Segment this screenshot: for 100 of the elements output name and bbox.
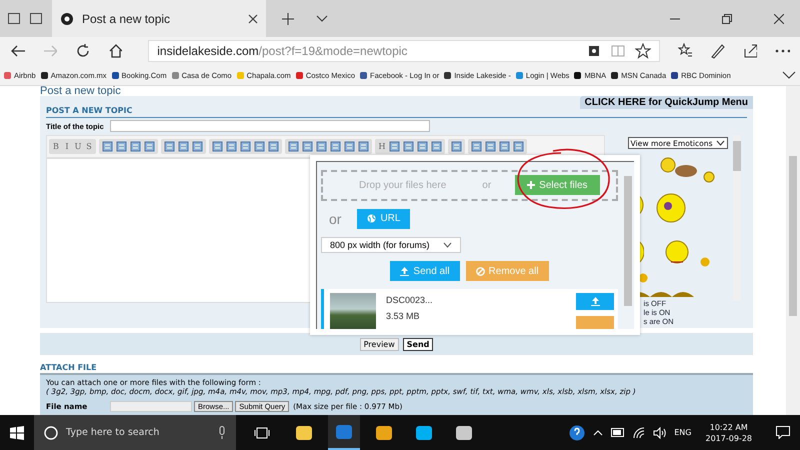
favicon-icon bbox=[112, 72, 119, 78]
file-size: 3.53 MB bbox=[386, 311, 421, 322]
format-icon[interactable] bbox=[451, 141, 462, 152]
reading-view-icon[interactable] bbox=[610, 44, 625, 58]
scrollbar[interactable] bbox=[733, 135, 741, 301]
browser-tab[interactable]: Post a new topic bbox=[52, 0, 266, 37]
format-icon[interactable] bbox=[268, 141, 279, 152]
pen-icon[interactable] bbox=[710, 43, 725, 59]
chevron-up-icon[interactable] bbox=[593, 430, 604, 436]
or-text: or bbox=[482, 180, 492, 191]
favicon-icon bbox=[516, 72, 523, 78]
or-text: or bbox=[329, 210, 342, 227]
favicon-icon bbox=[444, 72, 452, 78]
chevron-down-icon bbox=[716, 140, 725, 146]
favorites-icon[interactable] bbox=[678, 43, 692, 59]
app-icon bbox=[415, 424, 433, 442]
format-icon[interactable] bbox=[403, 141, 414, 152]
format-icon[interactable] bbox=[330, 141, 341, 152]
format-icon[interactable] bbox=[130, 141, 141, 152]
favicon-icon bbox=[296, 72, 303, 78]
address-field[interactable]: insidelakeside.com/post?f=19&mode=newtopic bbox=[148, 40, 660, 62]
format-icon[interactable] bbox=[212, 141, 223, 152]
speaker-icon[interactable] bbox=[653, 426, 666, 438]
chevron-down-icon[interactable] bbox=[782, 71, 796, 79]
format-icon[interactable] bbox=[178, 141, 189, 152]
app-icon bbox=[335, 422, 353, 440]
format-icon[interactable] bbox=[164, 141, 175, 152]
format-button[interactable]: B bbox=[52, 142, 60, 151]
microphone-icon[interactable] bbox=[218, 426, 226, 439]
favicon-icon bbox=[236, 72, 244, 78]
wifi-icon[interactable] bbox=[633, 426, 646, 438]
tab-manager-icon[interactable] bbox=[8, 13, 20, 24]
upload-icon bbox=[400, 266, 410, 276]
format-button[interactable]: U bbox=[74, 142, 82, 151]
tab-preview-icon[interactable] bbox=[30, 13, 42, 24]
drop-text: Drop your files here bbox=[359, 180, 446, 191]
ban-icon bbox=[476, 266, 485, 276]
format-icon[interactable] bbox=[499, 141, 510, 152]
file-input[interactable] bbox=[110, 401, 192, 412]
taskbar-app[interactable] bbox=[328, 415, 360, 450]
format-icon[interactable] bbox=[471, 141, 482, 152]
size-select[interactable]: 800 px width (for forums) bbox=[321, 236, 461, 254]
share-icon[interactable] bbox=[742, 43, 758, 59]
windows-logo-icon[interactable] bbox=[10, 426, 24, 440]
format-icon[interactable] bbox=[344, 141, 355, 152]
format-icon[interactable] bbox=[316, 141, 327, 152]
upload-icon bbox=[590, 297, 600, 306]
search-icon bbox=[44, 426, 58, 440]
format-icon[interactable] bbox=[240, 141, 251, 152]
new-tab-icon[interactable] bbox=[282, 12, 294, 24]
format-icon[interactable] bbox=[288, 141, 299, 152]
upload-button[interactable] bbox=[576, 293, 614, 310]
format-icon[interactable] bbox=[116, 141, 127, 152]
format-button[interactable]: I bbox=[63, 142, 71, 151]
format-icon[interactable] bbox=[485, 141, 496, 152]
refresh-icon[interactable] bbox=[75, 43, 90, 59]
format-icon[interactable] bbox=[226, 141, 237, 152]
format-icon[interactable] bbox=[254, 141, 265, 152]
clock-time[interactable]: 10:22 AM bbox=[710, 422, 748, 432]
format-icon[interactable] bbox=[144, 141, 155, 152]
format-icon[interactable] bbox=[417, 141, 428, 152]
close-icon[interactable] bbox=[774, 14, 784, 24]
format-icon[interactable] bbox=[358, 141, 369, 152]
quickjump-link[interactable]: CLICK HERE for QuickJump Menu bbox=[580, 96, 753, 109]
favicon-icon bbox=[671, 72, 678, 78]
clock-date[interactable]: 2017-09-28 bbox=[706, 432, 752, 444]
scrollbar-thumb[interactable] bbox=[789, 156, 797, 316]
format-button[interactable]: S bbox=[85, 142, 93, 151]
format-icon[interactable] bbox=[389, 141, 400, 152]
app-icon bbox=[455, 424, 473, 442]
format-icon[interactable] bbox=[513, 141, 524, 152]
battery-icon[interactable] bbox=[611, 428, 626, 437]
restore-icon[interactable] bbox=[722, 14, 732, 24]
search-field[interactable]: Type here to search bbox=[34, 415, 236, 450]
format-icon[interactable] bbox=[431, 141, 442, 152]
more-icon[interactable] bbox=[775, 49, 790, 53]
favicon-icon bbox=[611, 72, 618, 78]
language-indicator[interactable]: ENG bbox=[674, 428, 692, 437]
notifications-icon[interactable] bbox=[776, 426, 790, 439]
format-icon[interactable] bbox=[102, 141, 113, 152]
task-view-icon[interactable] bbox=[254, 426, 270, 438]
format-button[interactable]: H bbox=[378, 142, 386, 151]
scrollbar-thumb[interactable] bbox=[624, 176, 632, 306]
home-icon[interactable] bbox=[108, 43, 122, 59]
close-icon[interactable] bbox=[248, 14, 258, 24]
back-icon[interactable] bbox=[10, 44, 25, 58]
chevron-down-icon[interactable] bbox=[316, 14, 328, 22]
title-input[interactable] bbox=[110, 120, 430, 132]
form-button[interactable]: Preview bbox=[360, 338, 399, 351]
format-icon[interactable] bbox=[192, 141, 203, 152]
photo-placeholder bbox=[330, 293, 376, 329]
form-button[interactable]: Send bbox=[402, 338, 434, 351]
format-icon[interactable] bbox=[302, 141, 313, 152]
globe-icon bbox=[367, 214, 376, 224]
help-icon[interactable] bbox=[569, 424, 586, 440]
scrollbar-thumb[interactable] bbox=[733, 141, 741, 171]
plus-icon bbox=[527, 181, 536, 190]
app-icon bbox=[375, 424, 393, 442]
site-logo-icon bbox=[60, 12, 74, 26]
star-icon[interactable] bbox=[634, 43, 651, 59]
